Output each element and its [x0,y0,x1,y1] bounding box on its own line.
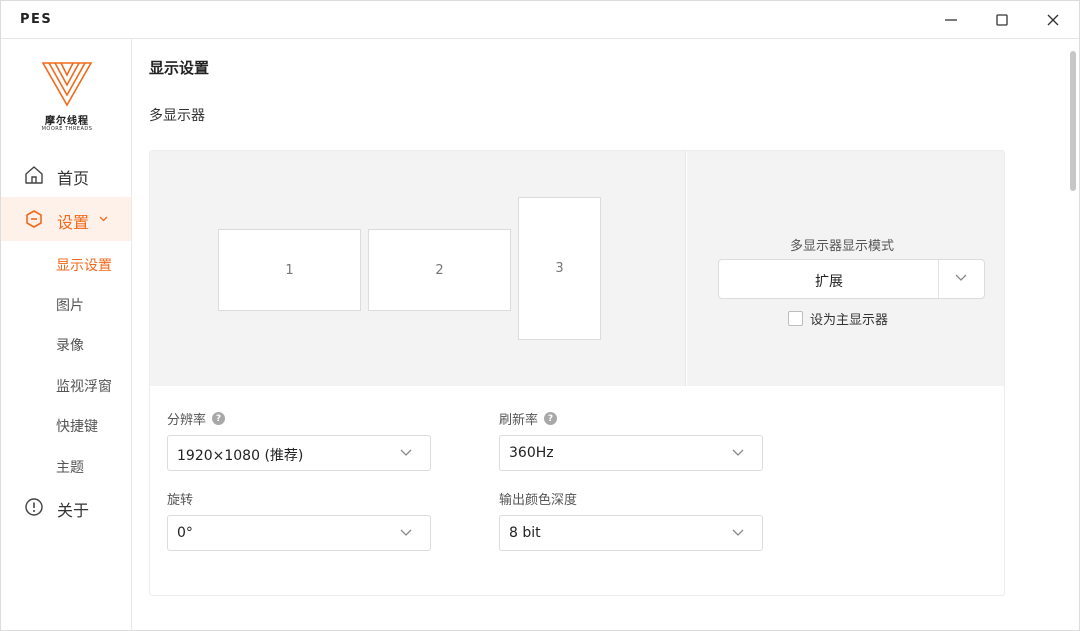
chevron-down-icon [732,449,744,456]
checkbox-label: 设为主显示器 [810,313,889,328]
set-primary-display-checkbox[interactable]: 设为主显示器 [788,309,888,328]
sidebar-item-home[interactable]: 首页 [1,153,131,197]
resolution-label-text: 分辨率 [167,413,207,428]
sidebar: 摩尔线程 MOORE THREADS 首页 设置 显示设置 图片 录像 监视浮窗… [1,39,132,630]
app-title: PES [20,12,53,27]
brand-logo: 摩尔线程 MOORE THREADS [37,59,97,135]
sub-item-recording[interactable]: 录像 [56,335,84,355]
chevron-down-icon [99,216,108,222]
display-mode-select[interactable]: 扩展 [718,259,985,299]
refresh-rate-value: 360Hz [509,445,554,461]
color-depth-label: 输出颜色深度 [499,493,578,508]
info-icon [25,498,43,516]
color-depth-select[interactable]: 8 bit [499,515,763,551]
chevron-down-icon [732,529,744,536]
maximize-button[interactable] [984,5,1020,35]
display-mode-value: 扩展 [815,274,843,290]
settings-icon [26,210,42,228]
sidebar-item-settings[interactable]: 设置 [1,197,131,241]
color-depth-value: 8 bit [509,525,541,541]
main-content: 显示设置 多显示器 1 2 3 多显示器显示模式 扩展 设为主显示器 分辨率 ?… [132,39,1079,630]
sub-item-monitor-overlay[interactable]: 监视浮窗 [56,376,112,396]
rotation-value: 0° [177,525,193,541]
sub-item-theme[interactable]: 主题 [56,457,84,477]
chevron-down-icon [400,449,412,456]
close-icon [1047,14,1059,26]
help-icon[interactable]: ? [212,412,226,425]
title-bar: PES [1,1,1079,39]
sub-item-shortcuts[interactable]: 快捷键 [56,416,98,436]
display-arrangement-area: 1 2 3 [150,151,686,386]
vertical-scrollbar[interactable] [1067,39,1079,630]
resolution-value: 1920×1080 (推荐) [177,448,304,464]
resolution-label: 分辨率 ? [167,409,226,428]
refresh-rate-label-text: 刷新率 [499,413,539,428]
rotation-select[interactable]: 0° [167,515,431,551]
checkbox-box[interactable] [788,311,803,326]
select-divider [938,260,939,298]
minimize-button[interactable] [933,5,969,35]
sidebar-item-label: 关于 [57,501,90,520]
sub-item-pictures[interactable]: 图片 [56,295,84,315]
monitor-1[interactable]: 1 [218,229,361,311]
sidebar-item-label: 设置 [57,213,90,232]
refresh-rate-label: 刷新率 ? [499,409,558,428]
chevron-down-icon [400,529,412,536]
section-title: 多显示器 [149,108,205,124]
monitor-2[interactable]: 2 [368,229,511,311]
monitor-3[interactable]: 3 [518,197,601,340]
minimize-icon [945,19,957,21]
close-button[interactable] [1035,5,1071,35]
chevron-down-icon [955,274,967,281]
resolution-select[interactable]: 1920×1080 (推荐) [167,435,431,471]
app-window: PES 摩尔线程 MOORE THREADS 首页 设置 显示设置 图片 录像 … [0,0,1080,631]
maximize-icon [996,14,1008,26]
brand-subname: MOORE THREADS [41,126,93,132]
rotation-label: 旋转 [167,493,194,508]
sidebar-item-label: 首页 [57,169,90,188]
help-icon[interactable]: ? [544,412,558,425]
sub-item-display-settings[interactable]: 显示设置 [56,255,112,275]
display-mode-area: 多显示器显示模式 扩展 设为主显示器 [687,151,1004,386]
scrollbar-thumb[interactable] [1070,51,1076,191]
sidebar-item-about[interactable]: 关于 [1,485,131,529]
refresh-rate-select[interactable]: 360Hz [499,435,763,471]
page-title: 显示设置 [149,59,210,77]
display-mode-label: 多显示器显示模式 [789,239,894,254]
brand-name: 摩尔线程 [45,116,89,127]
multi-display-panel: 1 2 3 多显示器显示模式 扩展 设为主显示器 分辨率 ? 1920×1080… [149,150,1005,596]
moore-threads-logo-icon [41,62,93,107]
home-icon [25,166,43,184]
